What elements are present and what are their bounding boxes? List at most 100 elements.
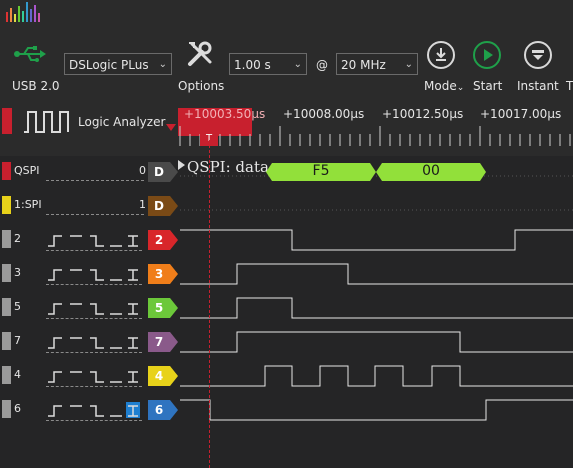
options-tools-icon[interactable] xyxy=(186,40,214,68)
channel-tag[interactable]: 2 xyxy=(148,230,180,250)
rising-edge-icon[interactable] xyxy=(48,303,62,315)
device-select[interactable]: DSLogic PLus ⌄ xyxy=(64,53,172,75)
ruler-ticks xyxy=(179,126,571,146)
channel-color-flag xyxy=(2,196,11,214)
rising-edge-icon[interactable] xyxy=(48,235,62,247)
instant-icon xyxy=(532,50,544,60)
analyzer-label: Logic Analyzer xyxy=(78,115,166,129)
channel-tag[interactable]: 3 xyxy=(148,264,180,284)
start-label[interactable]: Start xyxy=(473,79,502,93)
falling-edge-icon[interactable] xyxy=(90,405,104,417)
decoder-index: 0 xyxy=(139,164,146,177)
divider xyxy=(46,386,142,387)
chevron-down-icon: ⌄ xyxy=(293,59,302,70)
app-logo-icon xyxy=(6,2,40,22)
falling-edge-icon[interactable] xyxy=(90,371,104,383)
instant-label[interactable]: Instant xyxy=(517,79,559,93)
channel-tag[interactable]: 5 xyxy=(148,298,180,318)
rising-edge-icon[interactable] xyxy=(48,269,62,281)
rising-edge-icon[interactable] xyxy=(48,337,62,349)
cursor-time: +10003.50μs xyxy=(184,107,266,121)
divider xyxy=(46,284,142,285)
decoder-annotation-label: QSPI: data xyxy=(187,158,269,176)
channel-tag[interactable]: 4 xyxy=(148,366,180,386)
rising-edge-icon[interactable] xyxy=(48,371,62,383)
falling-edge-icon[interactable] xyxy=(90,303,104,315)
channel-tag-label: 7 xyxy=(154,335,164,349)
decoder-tag[interactable]: D xyxy=(148,196,180,216)
decoder-name: 1:SPI xyxy=(14,198,42,211)
falling-edge-icon[interactable] xyxy=(90,269,104,281)
channel-name: 2 xyxy=(14,232,21,245)
decoder-index: 1 xyxy=(139,198,146,211)
ruler-tick-label: +10012.50μs xyxy=(382,107,464,121)
decoder-value-text: F5 xyxy=(312,163,330,179)
channel-color-flag xyxy=(2,400,11,418)
channel-name: 6 xyxy=(14,402,21,415)
options-label[interactable]: Options xyxy=(178,79,224,93)
trigger-options xyxy=(48,269,138,281)
channel-tag-label: 6 xyxy=(154,403,164,417)
decoder-tag[interactable]: D xyxy=(148,162,180,182)
channel-color-flag xyxy=(2,162,11,180)
trigger-options xyxy=(48,337,138,349)
mode-button[interactable] xyxy=(427,41,455,69)
samplerate-select-value: 20 MHz xyxy=(341,58,386,72)
usb-label: USB 2.0 xyxy=(12,79,60,93)
falling-edge-icon[interactable] xyxy=(90,235,104,247)
channel-color-flag xyxy=(2,264,11,282)
any-edge-icon[interactable] xyxy=(128,337,138,349)
waveform-area[interactable] xyxy=(180,156,573,468)
decoder-tag-label: D xyxy=(154,199,164,213)
start-button[interactable] xyxy=(473,41,501,69)
channel-tag-label: 3 xyxy=(154,267,164,281)
toolbar: USB 2.0 DSLogic PLus ⌄ Options 1.00 s ⌄ … xyxy=(0,0,573,100)
any-edge-icon[interactable] xyxy=(128,235,138,247)
duration-select[interactable]: 1.00 s ⌄ xyxy=(229,53,307,75)
channel-color-flag xyxy=(2,230,11,248)
at-label: @ xyxy=(316,58,328,72)
channel-tag-label: 4 xyxy=(154,369,164,383)
channel-color-flag xyxy=(2,366,11,384)
play-icon xyxy=(484,49,493,61)
decoder-tag-label: D xyxy=(154,165,164,179)
divider xyxy=(46,214,144,215)
usb-icon[interactable] xyxy=(14,44,46,64)
channel-tag-label: 2 xyxy=(154,233,164,247)
samplerate-select[interactable]: 20 MHz ⌄ xyxy=(336,53,418,75)
instant-button[interactable] xyxy=(524,41,552,69)
any-edge-icon[interactable] xyxy=(128,371,138,383)
device-select-value: DSLogic PLus xyxy=(69,58,149,72)
mode-label[interactable]: Mode⌄ xyxy=(424,79,464,93)
divider xyxy=(46,250,142,251)
trigger-options xyxy=(48,371,138,383)
caret-down-icon[interactable] xyxy=(166,124,176,132)
channel-tag[interactable]: 6 xyxy=(148,400,180,420)
divider xyxy=(46,318,142,319)
channel-tag[interactable]: 7 xyxy=(148,332,180,352)
decoder-value-text: 00 xyxy=(422,163,440,179)
trigger-options xyxy=(48,235,138,247)
ruler-tick-label: +10008.00μs xyxy=(283,107,365,121)
channel-name: 7 xyxy=(14,334,21,347)
channel-name: 5 xyxy=(14,300,21,313)
duration-select-value: 1.00 s xyxy=(234,58,271,72)
download-icon xyxy=(436,48,446,61)
falling-edge-icon[interactable] xyxy=(90,337,104,349)
any-edge-icon[interactable] xyxy=(128,269,138,281)
chevron-down-icon: ⌄ xyxy=(158,59,167,70)
chevron-down-icon: ⌄ xyxy=(404,59,413,70)
divider xyxy=(46,180,144,181)
mode-label-text: Mode xyxy=(424,79,457,93)
analyzer-color-flag xyxy=(2,108,12,134)
channel-color-flag xyxy=(2,298,11,316)
divider xyxy=(46,420,142,421)
rising-edge-icon[interactable] xyxy=(48,405,62,417)
chevron-down-icon: ⌄ xyxy=(456,83,465,93)
ruler-header: Logic Analyzer +10003.50μs +10008.00μs +… xyxy=(0,100,573,156)
channel-tag-label: 5 xyxy=(154,301,164,315)
channel-color-flag xyxy=(2,332,11,350)
any-edge-icon[interactable] xyxy=(128,303,138,315)
cursor-line[interactable] xyxy=(209,140,210,468)
trigger-options xyxy=(48,402,140,418)
